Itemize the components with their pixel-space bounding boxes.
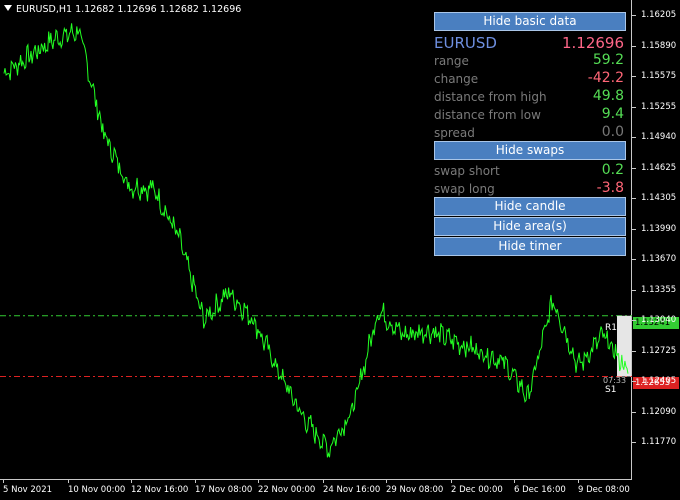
price-tick-label: 1.15890 [641,40,677,51]
price-tick-label: 1.13040 [641,315,677,325]
price-tick [632,289,636,291]
price-tick [632,411,636,413]
price-tick [632,320,636,321]
time-tick-label: 10 Nov 00:00 [68,485,126,495]
price-tick-label: 1.16205 [641,10,677,20]
stat-value: 9.4 [601,106,624,122]
hide-candle-button[interactable]: Hide candle [434,197,626,216]
timer-marker: 07:33 [603,376,627,385]
price-tick-label: 1.12725 [641,345,677,356]
price-tick-label: 1.13990 [641,223,677,234]
price-tick-label: 1.14940 [641,132,677,142]
chart-area[interactable]: EURUSD,H1 1.12682 1.12696 1.12682 1.1269… [0,0,632,480]
price-tick [632,167,636,169]
chart-menu-triangle-icon[interactable] [4,5,12,11]
price-tick [632,137,636,138]
stat-value: -42.2 [587,70,624,86]
stat-row: range 59.2 [434,50,624,68]
stat-row: distance from low 9.4 [434,104,624,122]
time-tick-label: 29 Nov 08:00 [386,485,444,495]
chart-title: EURUSD,H1 1.12682 1.12696 1.12682 1.1269… [4,4,241,15]
price-tick [632,45,636,47]
time-tick-label: 5 Nov 2021 [3,485,53,495]
r1-marker: R1 [605,323,617,333]
stat-label: swap long [434,182,495,196]
price-tick-label: 1.14625 [641,162,677,173]
stat-value: 0.2 [601,162,624,178]
time-tick-label: 17 Nov 08:00 [195,485,253,495]
time-axis[interactable]: 5 Nov 2021 10 Nov 00:00 12 Nov 16:00 17 Nov… [0,480,632,500]
price-tick [632,198,636,199]
price-tick [632,259,636,260]
price-tick-label: 1.12405 [641,376,677,386]
time-tick-label: 24 Nov 16:00 [323,485,381,495]
price-tick-label: 1.11770 [641,437,677,447]
chart-title-text: EURUSD,H1 1.12682 1.12696 1.12682 1.1269… [16,4,242,15]
time-tick [386,480,387,483]
stat-value: 0.0 [601,124,624,140]
stat-label: swap short [434,164,500,178]
stat-value: 49.8 [592,88,624,104]
stat-row: swap long -3.8 [434,178,624,196]
stat-label: distance from low [434,108,541,122]
price-tick-label: 1.13670 [641,254,677,264]
hide-areas-button[interactable]: Hide area(s) [434,217,626,236]
price-tick [632,228,636,230]
time-tick [578,480,579,483]
stat-row: spread 0.0 [434,122,624,140]
price-tick [632,106,636,108]
time-tick [131,480,132,483]
hide-swaps-button[interactable]: Hide swaps [434,141,626,160]
price-axis[interactable]: 1.16205 1.15890 1.15575 1.15255 1.14940 1.146… [632,0,680,480]
time-tick-label: 2 Dec 00:00 [451,485,503,495]
price-tick [632,381,636,382]
stat-value: 59.2 [592,52,624,68]
price-tick-label: 1.15255 [641,101,677,112]
price-tick [632,442,636,443]
price-tick-label: 1.14305 [641,193,677,203]
price-tick-label: 1.13355 [641,284,677,295]
stat-label: spread [434,126,475,140]
stat-row: change -42.2 [434,68,624,86]
time-tick-label: 6 Dec 16:00 [514,485,566,495]
time-tick [195,480,196,483]
hide-timer-button[interactable]: Hide timer [434,237,626,256]
price-tick [632,350,636,352]
stat-row: swap short 0.2 [434,160,624,178]
stat-label: distance from high [434,90,547,104]
price-tick [632,76,636,77]
hide-basic-data-button[interactable]: Hide basic data [434,12,626,31]
price-tick-label: 1.12090 [641,406,677,417]
s1-marker: S1 [605,385,617,395]
time-tick [323,480,324,483]
price-tick-label: 1.15575 [641,71,677,81]
stat-label: change [434,72,479,86]
stat-value: -3.8 [596,180,624,196]
stat-row: distance from high 49.8 [434,86,624,104]
time-tick [514,480,515,483]
price-tick [632,15,636,16]
stat-label: range [434,54,469,68]
time-tick [68,480,69,483]
time-tick [451,480,452,483]
time-tick-label: 12 Nov 16:00 [131,485,189,495]
time-tick-label: 9 Dec 08:00 [578,485,630,495]
time-tick [258,480,259,483]
time-tick-label: 22 Nov 00:00 [258,485,316,495]
time-tick [3,480,4,483]
symbol-row: EURUSD 1.12696 [434,32,624,52]
